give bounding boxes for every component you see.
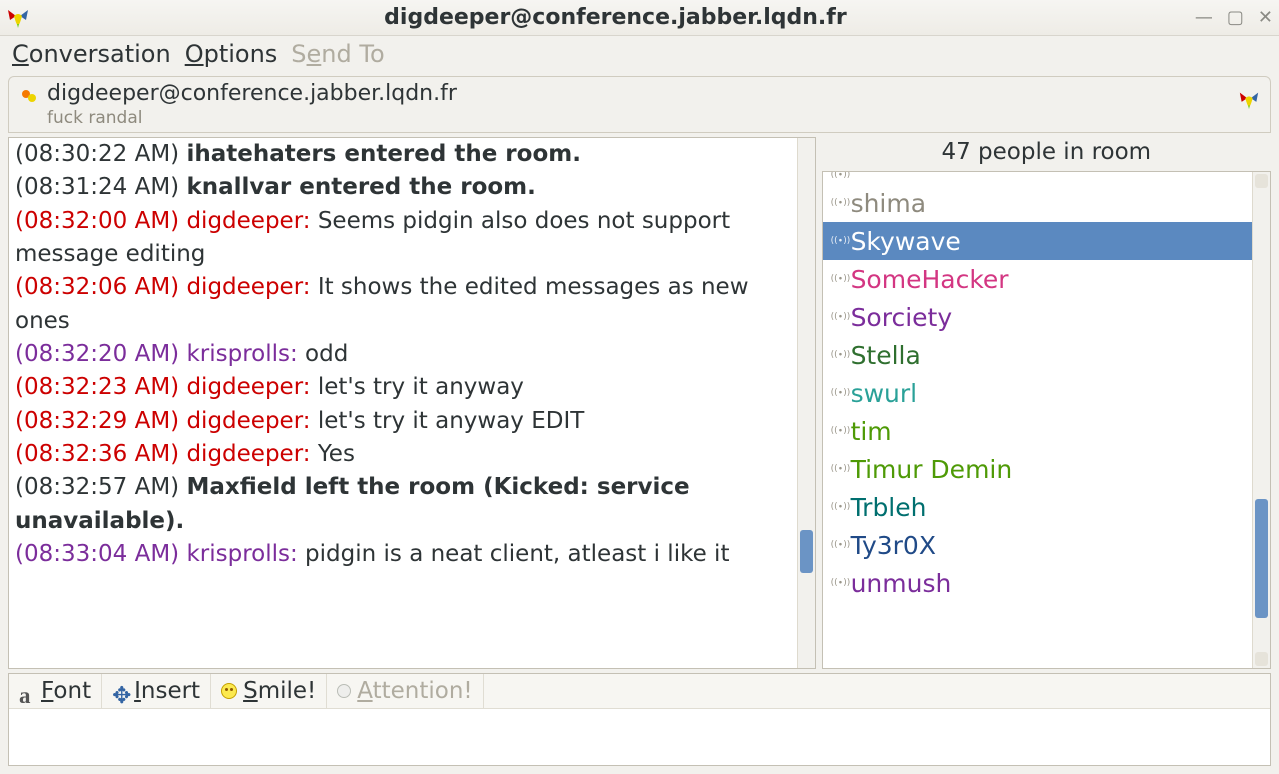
window-titlebar: digdeeper@conference.jabber.lqdn.fr — ▢ …: [0, 0, 1279, 36]
roster-item-name: Trbleh: [851, 493, 927, 522]
roster-item-name: swurl: [851, 379, 918, 408]
app-icon: [6, 6, 30, 30]
roster-scrollbar-thumb[interactable]: [1255, 499, 1268, 618]
maximize-button[interactable]: ▢: [1227, 7, 1244, 28]
roster-scroll-down[interactable]: [1255, 652, 1268, 666]
presence-icon: ((∙)): [831, 310, 845, 324]
roster-list[interactable]: ((∙)) ((∙)) shima ((∙)) Skywave ((∙)) SomeHack…: [823, 172, 1252, 602]
presence-icon: ((∙)): [831, 234, 845, 248]
chat-log[interactable]: (08:30:22 AM) ihatehaters entered the ro…: [9, 138, 815, 668]
chat-message: (08:30:22 AM) ihatehaters entered the ro…: [15, 138, 809, 171]
menu-bar: Conversation Options Send To: [0, 36, 1279, 72]
roster-item[interactable]: ((∙)) Stella: [823, 336, 1252, 374]
presence-icon: ((∙)): [831, 386, 845, 400]
message-input[interactable]: [9, 709, 1270, 765]
chat-message: (08:32:29 AM) digdeeper: let's try it an…: [15, 405, 809, 438]
menu-send-to[interactable]: Send To: [291, 40, 384, 68]
font-icon: [19, 683, 35, 699]
smile-icon: [221, 683, 237, 699]
formatting-toolbar: Font ✥Insert Smile! Attention!: [9, 674, 1270, 709]
minimize-button[interactable]: —: [1195, 7, 1213, 28]
roster-scroll-up[interactable]: [1255, 174, 1268, 188]
presence-icon: ((∙)): [831, 272, 845, 286]
menu-conversation[interactable]: Conversation: [12, 40, 171, 68]
roster-item-name: Timur Demin: [851, 455, 1013, 484]
attention-button[interactable]: Attention!: [327, 674, 483, 708]
presence-icon: ((∙)): [831, 196, 845, 210]
chat-scrollbar-thumb[interactable]: [800, 530, 813, 572]
font-button[interactable]: Font: [9, 674, 102, 708]
roster-item[interactable]: ((∙)) Skywave: [823, 222, 1252, 260]
chat-message: (08:32:36 AM) digdeeper: Yes: [15, 438, 809, 471]
chat-message: (08:32:00 AM) digdeeper: Seems pidgin al…: [15, 205, 809, 272]
compose-area: Font ✥Insert Smile! Attention!: [8, 673, 1271, 766]
roster-item-name: unmush: [851, 569, 952, 598]
chat-message: (08:32:23 AM) digdeeper: let's try it an…: [15, 371, 809, 404]
roster-item-name: Sorciety: [851, 303, 953, 332]
presence-icon: ((∙)): [831, 538, 845, 552]
roster-item[interactable]: ((∙)) tim: [823, 412, 1252, 450]
smile-button[interactable]: Smile!: [211, 674, 327, 708]
roster-item[interactable]: ((∙)) SomeHacker: [823, 260, 1252, 298]
roster-item[interactable]: ((∙)) swurl: [823, 374, 1252, 412]
room-topic: fuck randal: [47, 108, 457, 128]
conversation-header: digdeeper@conference.jabber.lqdn.fr fuck…: [8, 76, 1271, 133]
window-title: digdeeper@conference.jabber.lqdn.fr: [36, 5, 1195, 30]
presence-icon: ((∙)): [831, 424, 845, 438]
roster-item[interactable]: ((∙)) Trbleh: [823, 488, 1252, 526]
chat-message: (08:31:24 AM) knallvar entered the room.: [15, 171, 809, 204]
roster-item[interactable]: ((∙)) Sorciety: [823, 298, 1252, 336]
roster-item-name: Skywave: [851, 227, 961, 256]
attention-icon: [337, 684, 351, 698]
chat-message: (08:33:04 AM) krisprolls: pidgin is a ne…: [15, 538, 809, 571]
room-icon: [19, 87, 39, 107]
presence-icon: ((∙)): [831, 348, 845, 362]
roster-item-name: shima: [851, 189, 927, 218]
close-button[interactable]: ✕: [1258, 7, 1273, 28]
menu-options[interactable]: Options: [185, 40, 278, 68]
presence-icon: ((∙)): [831, 172, 845, 182]
chat-message: (08:32:06 AM) digdeeper: It shows the ed…: [15, 271, 809, 338]
presence-icon: ((∙)): [831, 576, 845, 590]
insert-icon: ✥: [112, 683, 128, 699]
roster-item[interactable]: ((∙)): [823, 172, 1252, 184]
roster-item[interactable]: ((∙)) shima: [823, 184, 1252, 222]
roster-item[interactable]: ((∙)) unmush: [823, 564, 1252, 602]
roster-item-name: SomeHacker: [851, 265, 1009, 294]
roster-item[interactable]: ((∙)) Ty3r0X: [823, 526, 1252, 564]
roster-scrollbar[interactable]: [1252, 172, 1270, 668]
roster-pane: 47 people in room ((∙)) ((∙)) shima ((∙)) Sk…: [822, 137, 1271, 669]
chat-message: (08:32:20 AM) krisprolls: odd: [15, 338, 809, 371]
roster-item-name: tim: [851, 417, 892, 446]
roster-count: 47 people in room: [822, 137, 1271, 171]
room-name: digdeeper@conference.jabber.lqdn.fr: [47, 81, 457, 106]
roster-item-name: Ty3r0X: [851, 531, 936, 560]
insert-button[interactable]: ✥Insert: [102, 674, 211, 708]
roster-item-name: Stella: [851, 341, 921, 370]
presence-icon: ((∙)): [831, 462, 845, 476]
protocol-icon: [1238, 89, 1260, 111]
chat-scrollbar[interactable]: [797, 138, 815, 668]
chat-pane: (08:30:22 AM) ihatehaters entered the ro…: [8, 137, 816, 669]
presence-icon: ((∙)): [831, 500, 845, 514]
roster-item[interactable]: ((∙)) Timur Demin: [823, 450, 1252, 488]
chat-message: (08:32:57 AM) Maxfield left the room (Ki…: [15, 471, 809, 538]
